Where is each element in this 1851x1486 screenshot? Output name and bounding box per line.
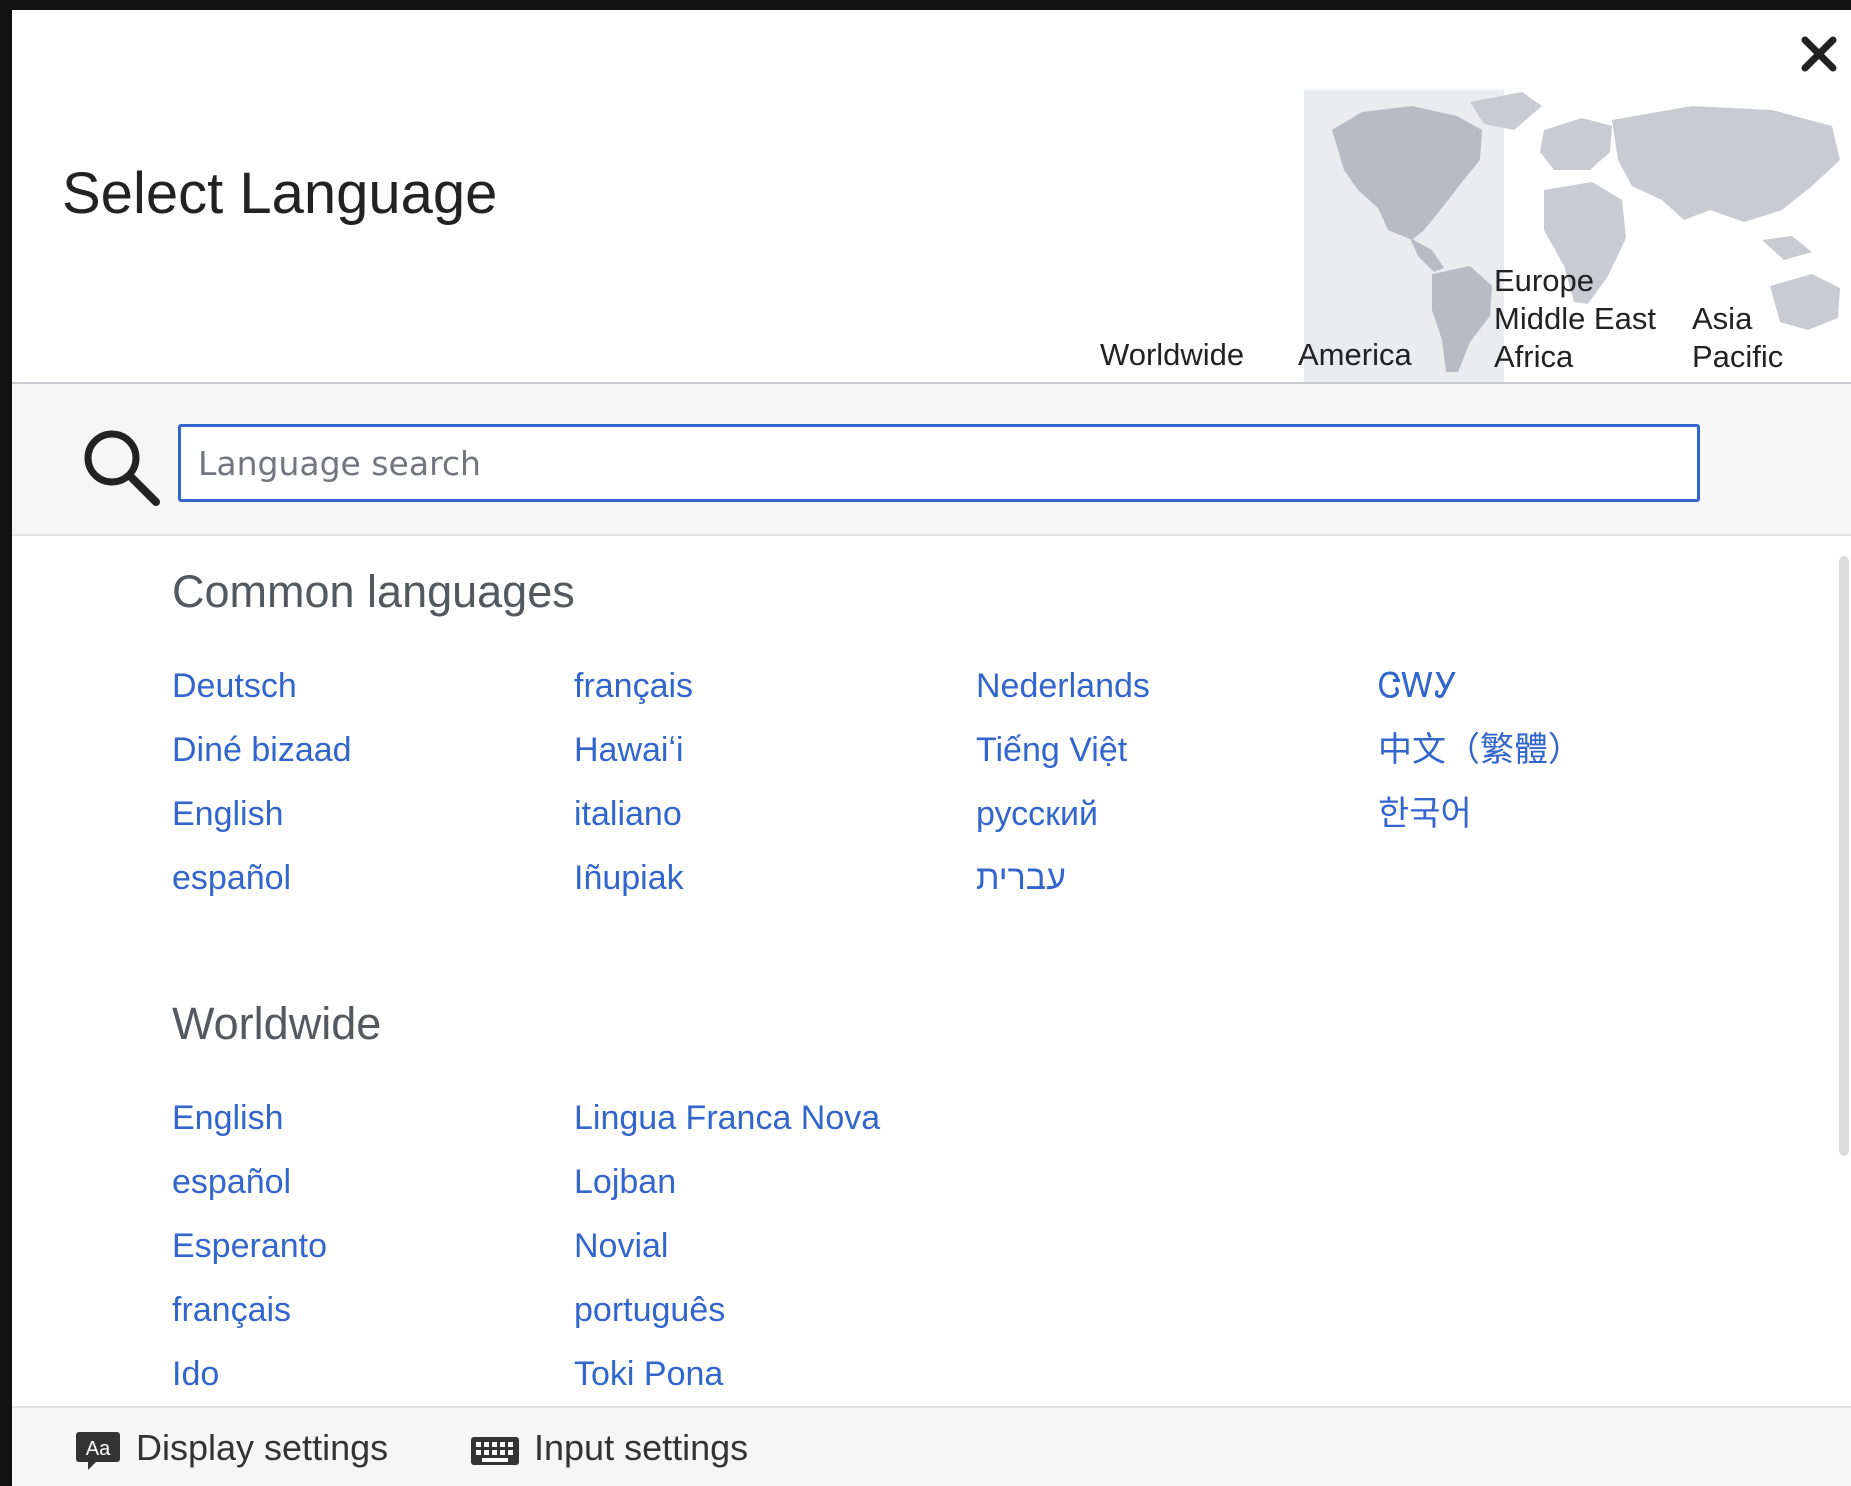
region-asia-label: Asia (1692, 301, 1753, 336)
language-link[interactable]: Hawaiʻi (574, 718, 693, 782)
language-link[interactable]: Toki Pona (574, 1342, 880, 1406)
language-link[interactable]: Deutsch (172, 654, 352, 718)
region-europe-middle-east-africa[interactable]: Europe Middle East Africa (1494, 262, 1656, 376)
europe-shape (1540, 118, 1612, 170)
close-button[interactable] (1795, 30, 1843, 78)
worldwide-column: English español Esperanto français Ido (172, 1086, 327, 1406)
asia-shape (1612, 106, 1840, 222)
language-link[interactable]: Esperanto (172, 1214, 327, 1278)
language-link[interactable]: Nederlands (976, 654, 1150, 718)
common_languages-column: ᏣᎳᎩ 中文（繁體） 한국어 (1378, 654, 1582, 846)
language-link[interactable]: français (574, 654, 693, 718)
language-link[interactable]: русский (976, 782, 1150, 846)
display-settings-label: Display settings (136, 1427, 389, 1468)
common-languages-title: Common languages (172, 566, 575, 617)
language-dialog: Select Language Worldwide America Europe… (12, 10, 1851, 1486)
common_languages-column: Deutsch Diné bizaad English español (172, 654, 352, 910)
language-link[interactable]: français (172, 1278, 327, 1342)
region-europe-label: Europe (1494, 263, 1594, 298)
search-bar (12, 384, 1851, 536)
input-settings-label: Input settings (534, 1427, 749, 1468)
results-scrollbar[interactable] (1839, 556, 1849, 1156)
svg-text:Aa: Aa (86, 1438, 111, 1460)
keyboard-icon (471, 1437, 519, 1466)
language-search-input[interactable] (178, 424, 1700, 502)
language-link[interactable]: Iñupiak (574, 846, 693, 910)
dialog-header: Select Language Worldwide America Europe… (12, 10, 1851, 384)
region-africa-label: Africa (1494, 339, 1574, 374)
region-middle-east-label: Middle East (1494, 301, 1656, 336)
worldwide-column: Lingua Franca Nova Lojban Novial português T… (574, 1086, 880, 1406)
region-asia-pacific[interactable]: Asia Pacific (1692, 300, 1783, 376)
language-link[interactable]: English (172, 1086, 327, 1150)
search-icon (84, 430, 160, 506)
region-worldwide-label: Worldwide (1100, 337, 1245, 372)
language-link[interactable]: Lingua Franca Nova (574, 1086, 880, 1150)
islands-shape (1762, 236, 1812, 260)
language-link[interactable]: español (172, 846, 352, 910)
region-america-label: America (1298, 337, 1412, 372)
region-america[interactable]: America (1298, 336, 1412, 374)
input-settings-button[interactable]: Input settings (470, 1408, 748, 1486)
language-link[interactable]: עברית (976, 846, 1150, 910)
language-link[interactable]: português (574, 1278, 880, 1342)
region-pacific-label: Pacific (1692, 339, 1784, 374)
language-link[interactable]: Diné bizaad (172, 718, 352, 782)
close-icon (1801, 36, 1837, 72)
language-link[interactable]: 中文（繁體） (1378, 718, 1582, 782)
dialog-footer: Aa Display settings Input settings (12, 1406, 1851, 1486)
language-results: Common languages Deutsch Diné bizaad Engli… (12, 536, 1851, 1406)
region-worldwide[interactable]: Worldwide (1100, 336, 1244, 374)
display-settings-icon: Aa (76, 1432, 120, 1471)
language-link[interactable]: Lojban (574, 1150, 880, 1214)
language-link[interactable]: English (172, 782, 352, 846)
worldwide-title: Worldwide (172, 998, 382, 1049)
dialog-title: Select Language (62, 161, 498, 226)
language-link[interactable]: Tiếng Việt (976, 718, 1150, 782)
display-settings-button[interactable]: Aa Display settings (74, 1408, 388, 1486)
common_languages-column: français Hawaiʻi italiano Iñupiak (574, 654, 693, 910)
language-link[interactable]: español (172, 1150, 327, 1214)
language-link[interactable]: ᏣᎳᎩ (1378, 654, 1582, 718)
language-link[interactable]: italiano (574, 782, 693, 846)
common_languages-column: Nederlands Tiếng Việt русский עברית (976, 654, 1150, 910)
language-link[interactable]: Novial (574, 1214, 880, 1278)
language-link[interactable]: Ido (172, 1342, 327, 1406)
language-link[interactable]: 한국어 (1378, 782, 1582, 846)
